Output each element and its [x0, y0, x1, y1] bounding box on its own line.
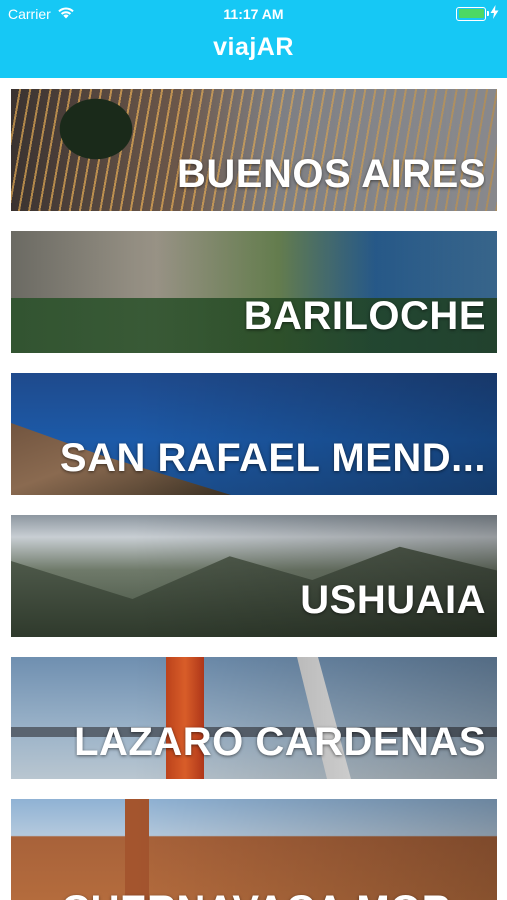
battery-icon	[456, 6, 489, 21]
destination-title: LAZARO CARDENAS	[74, 720, 486, 764]
destination-card-bariloche[interactable]: BARILOCHE	[11, 231, 497, 353]
destination-card-buenos-aires[interactable]: BUENOS AIRES	[11, 89, 497, 211]
destination-title: CUERNAVACA,MOR...	[61, 888, 486, 900]
destination-title: USHUAIA	[300, 578, 486, 622]
clock: 11:17 AM	[223, 6, 284, 22]
status-bar: Carrier 11:17 AM	[0, 0, 507, 28]
charging-bolt-icon	[490, 5, 499, 22]
destination-card-san-rafael[interactable]: SAN RAFAEL MEND...	[11, 373, 497, 495]
destination-title: SAN RAFAEL MEND...	[59, 436, 486, 480]
destination-card-cuernavaca[interactable]: CUERNAVACA,MOR...	[11, 799, 497, 900]
battery-level	[458, 9, 484, 18]
destination-card-lazaro-cardenas[interactable]: LAZARO CARDENAS	[11, 657, 497, 779]
destination-title: BARILOCHE	[243, 294, 486, 338]
app-header: Carrier 11:17 AM viajAR	[0, 0, 507, 78]
destination-list[interactable]: BUENOS AIRES BARILOCHE SAN RAFAEL MEND..…	[0, 78, 507, 900]
destination-title: BUENOS AIRES	[176, 152, 486, 196]
status-right	[456, 5, 499, 22]
nav-title: viajAR	[213, 33, 294, 61]
destination-card-ushuaia[interactable]: USHUAIA	[11, 515, 497, 637]
